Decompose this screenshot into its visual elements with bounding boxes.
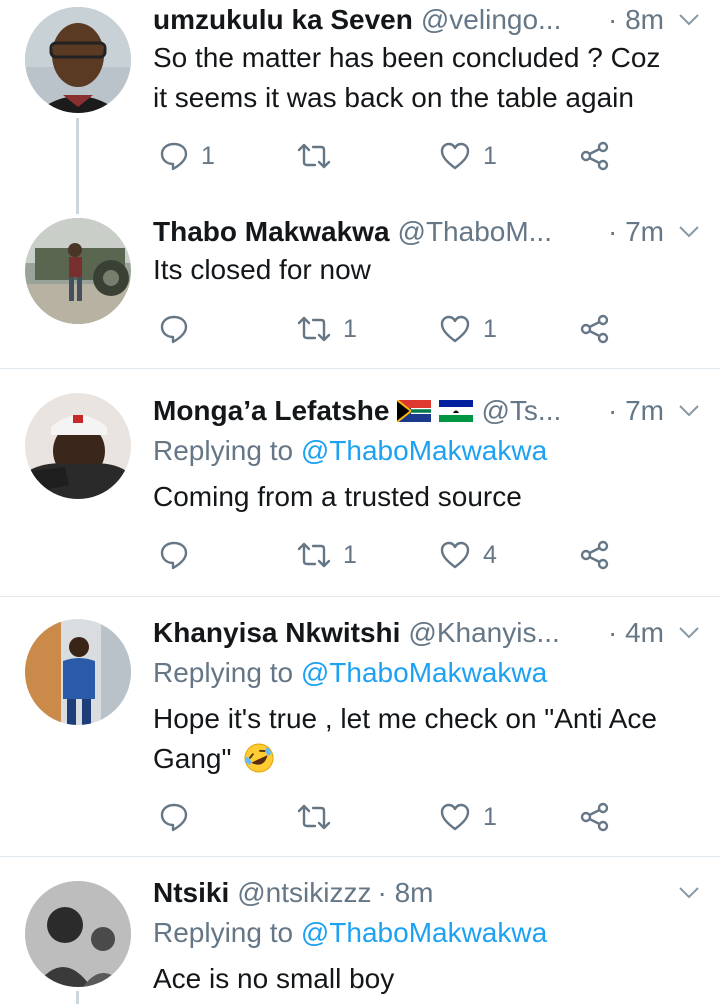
tweet-actions: 1 4 [153,535,633,575]
tweet-text-line: Coming from a trusted source [153,481,522,512]
reply-icon [160,803,188,832]
tweet-text-line: Hope it's true , let me check on "Anti A… [153,703,657,734]
share-icon [580,141,609,171]
tweet-text: Hope it's true , let me check on "Anti A… [153,699,703,779]
lesotho-flag-icon [439,400,474,422]
display-name[interactable]: Monga’a Lefatshe [153,395,389,427]
chevron-down-icon[interactable] [678,626,700,640]
tweet-1[interactable]: umzukulu ka Seven @velingo... · 8m So th… [0,0,720,190]
reply-icon [160,541,188,570]
tweet-text-line: So the matter has been concluded ? Coz [153,42,661,73]
replying-to-label: Replying to [153,657,294,688]
replying-to-mention[interactable]: @ThaboMakwakwa [301,917,547,948]
rolling-laughing-emoji [244,743,274,773]
retweet-icon [297,316,331,342]
heart-icon [440,541,470,569]
like-count: 1 [483,802,497,831]
share-button[interactable] [579,797,611,837]
tweet-text-line: Gang" [153,743,232,774]
replying-to-label: Replying to [153,435,294,466]
avatar[interactable] [25,881,131,987]
tweet-text-line-with-emoji: Gang" [153,739,703,779]
like-button[interactable]: 1 [439,797,497,837]
chevron-down-icon[interactable] [678,225,700,239]
share-icon [580,802,609,832]
heart-icon [440,803,470,831]
tweet-text-line: Ace is no small boy [153,963,395,994]
replying-to-label: Replying to [153,917,294,948]
reply-button[interactable] [159,535,201,575]
tweet-actions: 1 [153,797,633,837]
replying-to: Replying to @ThaboMakwakwa [153,435,547,467]
reply-button[interactable] [159,309,201,349]
heart-icon [440,142,470,170]
heart-icon [440,315,470,343]
tweet-actions: 1 1 [153,309,633,349]
like-button[interactable]: 1 [439,136,497,176]
like-count: 1 [483,141,497,170]
handle[interactable]: @Khanyis... [408,617,559,649]
reply-button[interactable] [159,797,201,837]
retweet-button[interactable] [297,136,343,176]
tweet-text: Its closed for now [153,250,703,290]
timestamp: · 7m [608,216,664,247]
retweet-button[interactable]: 1 [297,309,357,349]
replying-to-mention[interactable]: @ThaboMakwakwa [301,657,547,688]
timestamp: · 4m [608,617,664,648]
avatar[interactable] [25,619,131,725]
thread-connector [76,991,79,1004]
reply-icon [160,315,188,344]
like-count: 1 [483,314,497,343]
replying-to: Replying to @ThaboMakwakwa [153,657,547,689]
handle[interactable]: @Ts... [481,395,561,427]
retweet-count: 1 [343,540,357,569]
display-name[interactable]: Khanyisa Nkwitshi [153,617,400,649]
replying-to-mention[interactable]: @ThaboMakwakwa [301,435,547,466]
reply-count: 1 [201,141,215,170]
display-name[interactable]: umzukulu ka Seven [153,4,413,36]
retweet-icon [297,804,331,830]
tweet-4[interactable]: Khanyisa Nkwitshi @Khanyis... · 4m Reply… [0,597,720,855]
retweet-icon [297,143,331,169]
display-name[interactable]: Thabo Makwakwa [153,216,390,248]
timestamp: · 7m [608,395,664,426]
avatar[interactable] [25,218,131,324]
avatar[interactable] [25,393,131,499]
share-button[interactable] [579,309,611,349]
retweet-icon [297,542,331,568]
share-icon [580,540,609,570]
handle[interactable]: @ntsikizzz [237,877,371,909]
chevron-down-icon[interactable] [678,404,700,418]
timestamp: · 8m [608,4,664,35]
handle[interactable]: @ThaboM... [398,216,552,248]
share-icon [580,314,609,344]
like-button[interactable]: 4 [439,535,497,575]
tweet-5[interactable]: Ntsiki @ntsikizzz · 8m Replying to @Thab… [0,857,720,1004]
tweet-text: Ace is no small boy [153,959,703,999]
south-africa-flag-icon [397,400,432,422]
share-button[interactable] [579,136,611,176]
like-count: 4 [483,540,497,569]
retweet-button[interactable] [297,797,343,837]
tweet-actions: 1 1 [153,136,633,176]
display-name[interactable]: Ntsiki [153,877,229,909]
tweet-text: Coming from a trusted source [153,477,703,517]
chevron-down-icon[interactable] [678,886,700,900]
like-button[interactable]: 1 [439,309,497,349]
handle[interactable]: @velingo... [421,4,562,36]
tweet-text-line: it seems it was back on the table again [153,82,634,113]
retweet-button[interactable]: 1 [297,535,357,575]
chevron-down-icon[interactable] [678,13,700,27]
retweet-count: 1 [343,314,357,343]
tweet-text: So the matter has been concluded ? Coz i… [153,38,703,118]
tweet-3[interactable]: Monga’a Lefatshe @Ts... · 7m Replying to… [0,369,720,595]
tweet-text-line: Its closed for now [153,254,371,285]
avatar[interactable] [25,7,131,113]
tweet-2[interactable]: Thabo Makwakwa @ThaboM... · 7m Its close… [0,210,720,366]
timestamp: · 8m [377,877,434,908]
reply-icon [160,142,188,171]
replying-to: Replying to @ThaboMakwakwa [153,917,547,949]
reply-button[interactable]: 1 [159,136,215,176]
share-button[interactable] [579,535,611,575]
